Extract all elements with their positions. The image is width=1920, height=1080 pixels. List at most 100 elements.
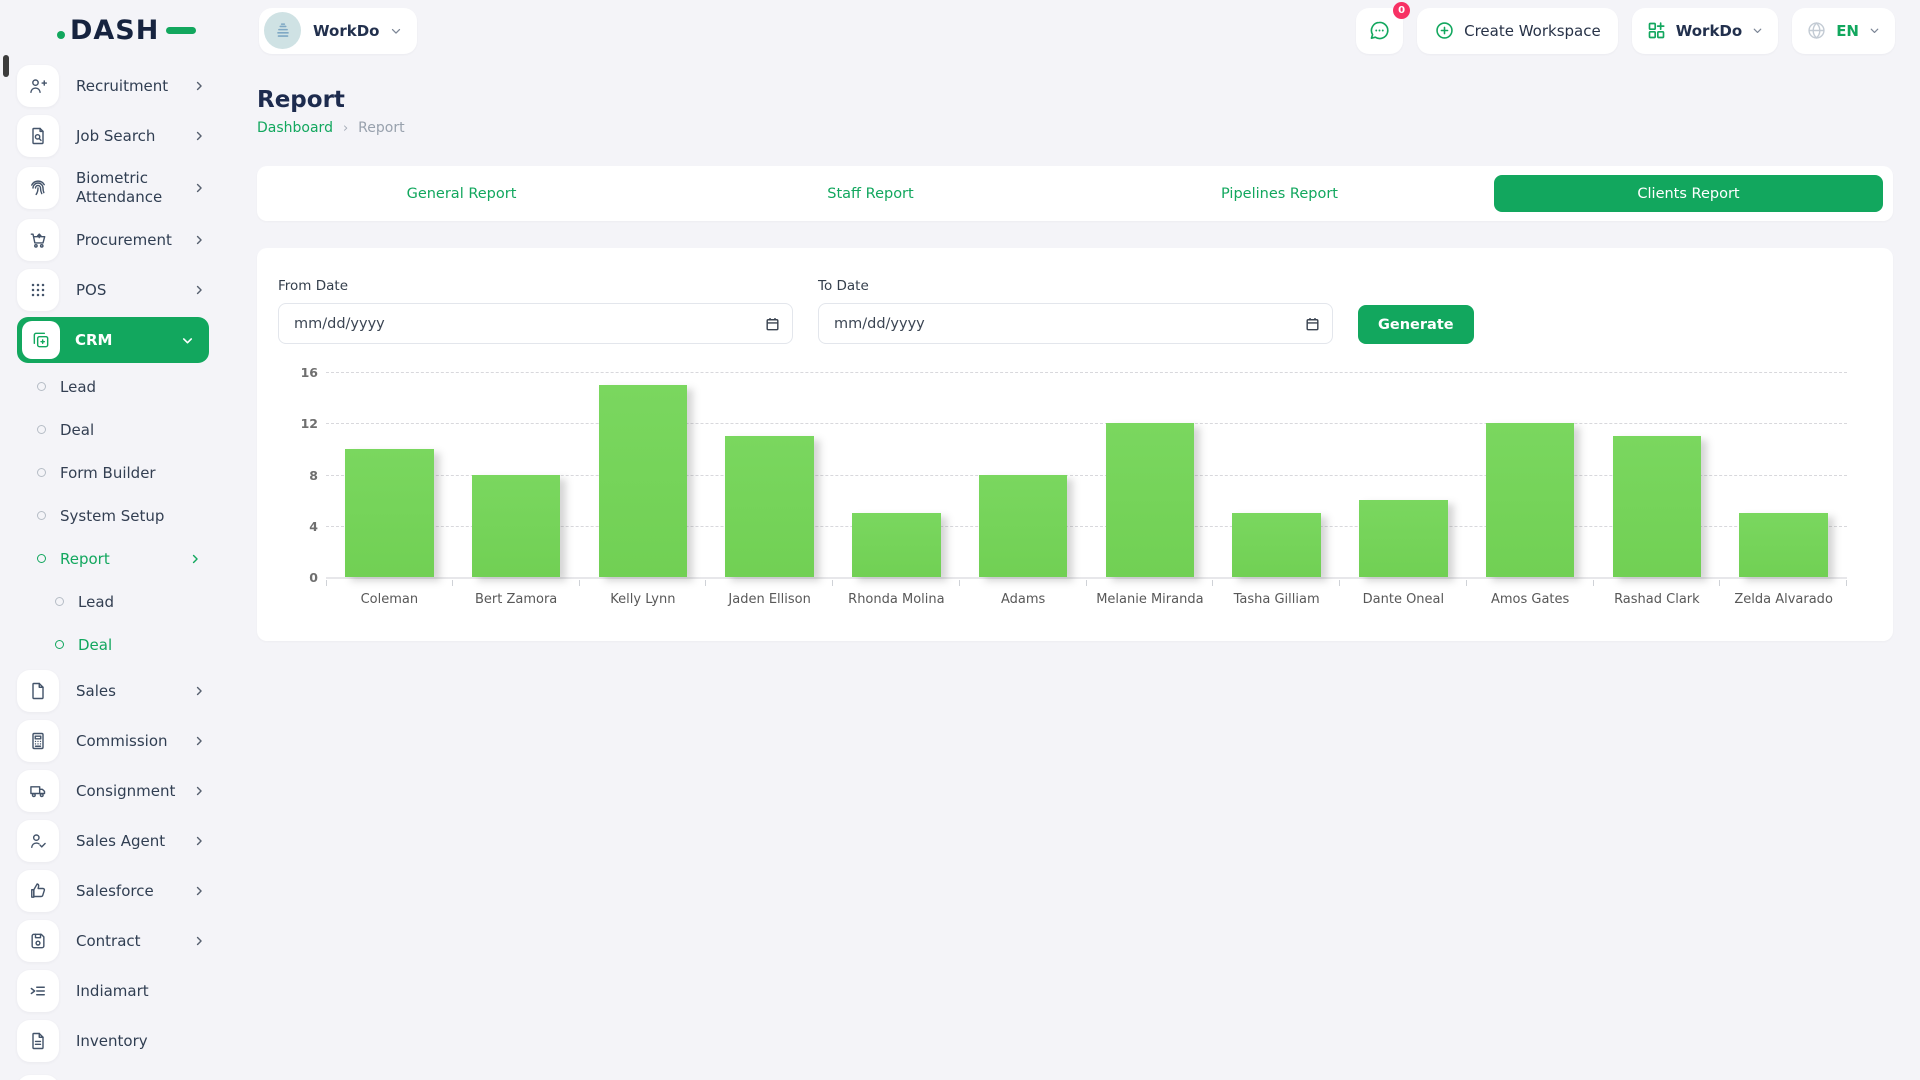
- bar-slot-adams: [960, 372, 1087, 577]
- doc-search-icon: [17, 115, 59, 157]
- plus-circle-icon: [1434, 20, 1455, 41]
- sidebar-subitem-system-setup[interactable]: System Setup: [0, 494, 230, 537]
- building-icon: [264, 12, 301, 49]
- fingerprint-icon: [17, 167, 59, 209]
- chevron-down-icon: [1751, 24, 1764, 37]
- x-axis-category-label: Coleman: [326, 592, 453, 607]
- bar-slot-coleman: [326, 372, 453, 577]
- to-date-input[interactable]: [818, 303, 1333, 344]
- sidebar-item-label: Lead: [60, 378, 202, 396]
- tab-pipelines-report[interactable]: Pipelines Report: [1075, 166, 1484, 221]
- chevron-right-icon: [192, 784, 206, 798]
- sidebar-item-pos[interactable]: POS: [0, 265, 230, 315]
- workspace-pill[interactable]: WorkDo: [259, 8, 417, 54]
- tab-general-report[interactable]: General Report: [257, 166, 666, 221]
- tab-clients-report[interactable]: Clients Report: [1484, 166, 1893, 221]
- from-date-group: From Date: [278, 278, 793, 344]
- thumbs-up-icon: [17, 870, 59, 912]
- workspace-switcher-button[interactable]: WorkDo: [1632, 8, 1778, 54]
- chevron-right-icon: [192, 734, 206, 748]
- sidebar-item-label: Report: [60, 550, 188, 568]
- bar-coleman[interactable]: [345, 449, 434, 577]
- sidebar-item-salesforce[interactable]: Salesforce: [0, 866, 230, 916]
- top-header: DASH WorkDo 0 Create Workspace: [0, 0, 1920, 61]
- chevron-right-icon: [188, 552, 202, 566]
- create-workspace-button[interactable]: Create Workspace: [1417, 8, 1618, 54]
- sidebar-item-indiamart[interactable]: Indiamart: [0, 966, 230, 1016]
- sidebar-item-crm[interactable]: CRM: [17, 317, 209, 363]
- breadcrumb-dashboard-link[interactable]: Dashboard: [257, 120, 333, 136]
- bar-jaden-ellison[interactable]: [725, 436, 814, 577]
- y-axis-tick-label: 12: [280, 416, 318, 431]
- file-icon: [17, 670, 59, 712]
- active-tab-button[interactable]: Clients Report: [1494, 175, 1883, 212]
- x-axis-category-label: Melanie Miranda: [1087, 592, 1214, 607]
- sidebar-subitem-form-builder[interactable]: Form Builder: [0, 451, 230, 494]
- bar-dante-oneal[interactable]: [1359, 500, 1448, 577]
- sidebar-item-item[interactable]: [0, 1071, 230, 1080]
- bar-rhonda-molina[interactable]: [852, 513, 941, 577]
- grid-plus-icon: [1646, 20, 1667, 41]
- x-axis-category-label: Amos Gates: [1467, 592, 1594, 607]
- x-axis-category-label: Rashad Clark: [1594, 592, 1721, 607]
- bar-zelda-alvarado[interactable]: [1739, 513, 1828, 577]
- sidebar-item-sales-agent[interactable]: Sales Agent: [0, 816, 230, 866]
- bullet-icon: [37, 382, 46, 391]
- chevron-right-icon: [192, 934, 206, 948]
- messages-button[interactable]: 0: [1356, 8, 1403, 54]
- sidebar-item-consignment[interactable]: Consignment: [0, 766, 230, 816]
- sidebar-subitem-deal[interactable]: Deal: [0, 623, 230, 666]
- file-icon: [17, 1075, 59, 1080]
- sidebar-item-label: Sales Agent: [76, 832, 192, 851]
- bars-row: [326, 372, 1847, 577]
- sidebar-item-recruitment[interactable]: Recruitment: [0, 61, 230, 111]
- sidebar-item-contract[interactable]: Contract: [0, 916, 230, 966]
- sidebar-subitem-lead[interactable]: Lead: [0, 580, 230, 623]
- chevron-right-icon: [192, 884, 206, 898]
- sidebar-item-label: Salesforce: [76, 882, 192, 901]
- x-axis-category-label: Dante Oneal: [1340, 592, 1467, 607]
- bullet-icon: [37, 468, 46, 477]
- tab-label: Staff Report: [827, 186, 913, 202]
- dash-logo: DASH: [57, 15, 227, 46]
- sidebar-item-procurement[interactable]: Procurement: [0, 215, 230, 265]
- language-button[interactable]: EN: [1792, 8, 1895, 54]
- sidebar-subitem-lead[interactable]: Lead: [0, 365, 230, 408]
- sidebar-item-label: Deal: [78, 636, 202, 654]
- bar-rashad-clark[interactable]: [1613, 436, 1702, 577]
- bar-kelly-lynn[interactable]: [599, 385, 688, 577]
- copy-icon: [22, 321, 60, 359]
- to-date-group: To Date: [818, 278, 1333, 344]
- bar-bert-zamora[interactable]: [472, 475, 561, 578]
- sidebar-subitem-report[interactable]: Report: [0, 537, 230, 580]
- x-axis-category-label: Kelly Lynn: [580, 592, 707, 607]
- bar-amos-gates[interactable]: [1486, 423, 1575, 577]
- bar-melanie-miranda[interactable]: [1106, 423, 1195, 577]
- sidebar-item-sales[interactable]: Sales: [0, 666, 230, 716]
- y-axis-tick-label: 4: [280, 519, 318, 534]
- bullet-icon: [55, 640, 64, 649]
- person-check-icon: [17, 820, 59, 862]
- bar-adams[interactable]: [979, 475, 1068, 578]
- bar-slot-amos-gates: [1467, 372, 1594, 577]
- sidebar-item-commission[interactable]: Commission: [0, 716, 230, 766]
- chevron-right-icon: [192, 283, 206, 297]
- truck-icon: [17, 770, 59, 812]
- sidebar-item-label: Job Search: [76, 127, 192, 146]
- sidebar-item-inventory[interactable]: Inventory: [0, 1016, 230, 1066]
- chevron-right-icon: [192, 79, 206, 93]
- bar-slot-rhonda-molina: [833, 372, 960, 577]
- sidebar-item-label: Biometric Attendance: [76, 169, 192, 207]
- sidebar-item-biometric-attendance[interactable]: Biometric Attendance: [0, 161, 230, 215]
- tab-staff-report[interactable]: Staff Report: [666, 166, 1075, 221]
- sidebar-item-label: Inventory: [76, 1032, 206, 1051]
- header-actions: 0 Create Workspace WorkDo EN: [1356, 8, 1895, 54]
- chevron-right-icon: [192, 834, 206, 848]
- page-title: Report: [257, 87, 1893, 113]
- sidebar-item-job-search[interactable]: Job Search: [0, 111, 230, 161]
- sidebar-subitem-deal[interactable]: Deal: [0, 408, 230, 451]
- chevron-right-icon: ›: [343, 121, 348, 136]
- from-date-input[interactable]: [278, 303, 793, 344]
- bar-tasha-gilliam[interactable]: [1232, 513, 1321, 577]
- generate-button[interactable]: Generate: [1358, 305, 1474, 344]
